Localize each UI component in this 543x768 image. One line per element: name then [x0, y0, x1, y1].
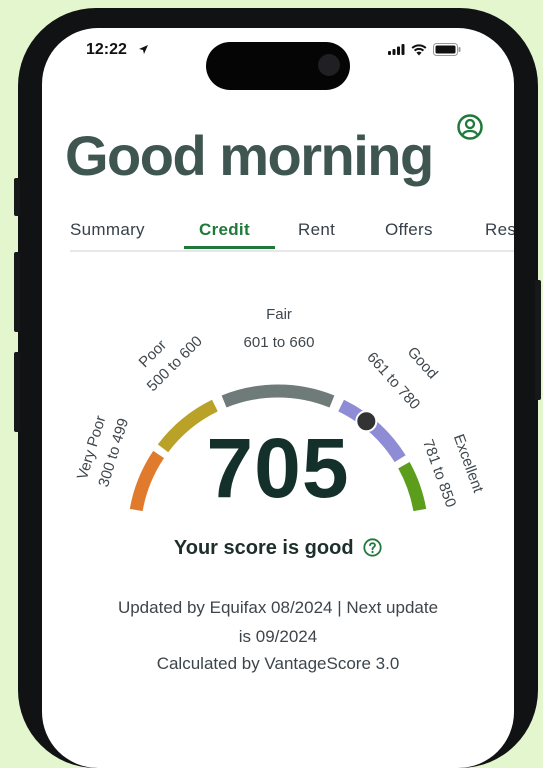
app-screen: 12:22 Good morning Summary Credit Rent O…	[42, 28, 514, 768]
phone-volume-down-button	[14, 352, 20, 432]
phone-power-button	[535, 280, 541, 400]
update-info-line-2: is 09/2024	[238, 627, 318, 646]
update-info-line-1: Updated by Equifax 08/2024 | Next update	[117, 598, 439, 617]
wifi-icon	[411, 43, 427, 55]
tab-res[interactable]: Res	[485, 220, 514, 248]
battery-icon	[433, 43, 461, 56]
page-title: Good morning	[65, 124, 434, 187]
cellular-signal-icon	[388, 44, 405, 55]
calculation-info: Calculated by VantageScore 3.0	[156, 654, 400, 673]
band-label-fair: Fair	[266, 306, 292, 323]
band-label-good: Good	[404, 344, 441, 383]
score-verdict-text: Your score is good	[173, 537, 354, 559]
dynamic-island	[206, 42, 350, 90]
active-tab-indicator	[184, 246, 275, 249]
tab-credit[interactable]: Credit	[199, 220, 250, 248]
tab-offers[interactable]: Offers	[385, 220, 433, 248]
credit-score-value: 705	[206, 421, 350, 515]
phone-volume-up-button	[14, 252, 20, 332]
profile-avatar-icon[interactable]	[456, 113, 484, 141]
status-time: 12:22	[86, 41, 127, 58]
phone-action-button	[14, 178, 20, 216]
tab-rent[interactable]: Rent	[298, 220, 335, 248]
front-camera	[318, 54, 340, 76]
tab-bar: Summary Credit Rent Offers Res	[70, 220, 514, 252]
help-icon[interactable]	[363, 538, 382, 557]
status-indicators	[388, 43, 461, 56]
score-verdict: Your score is good	[42, 537, 514, 560]
gauge-arc-fair	[221, 384, 335, 408]
tab-summary[interactable]: Summary	[70, 220, 145, 248]
band-range-fair: 601 to 660	[244, 334, 315, 351]
location-arrow-icon	[139, 45, 148, 54]
